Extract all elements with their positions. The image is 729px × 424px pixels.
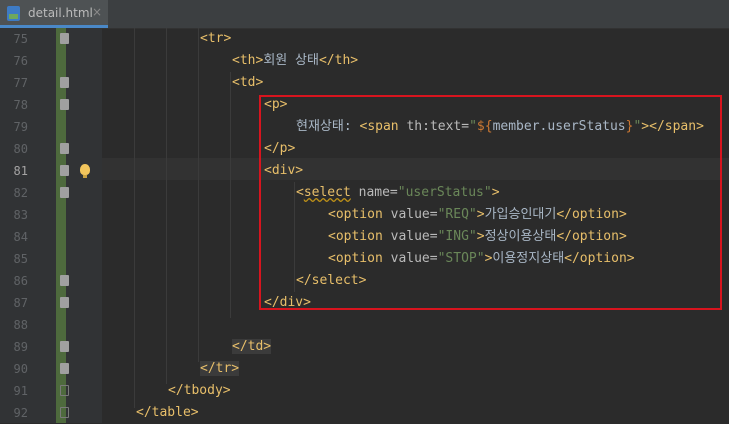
code-token: 회원 상태 [263,53,319,68]
fold-marker-icon[interactable] [60,275,69,286]
fold-marker-icon[interactable] [60,407,69,418]
highlight-box [259,95,722,310]
code-text: </tr> [200,358,240,380]
code-line[interactable]: 88 [0,314,729,336]
line-number: 81 [13,164,28,178]
line-number: 90 [13,362,28,376]
fold-marker-icon[interactable] [60,143,69,154]
fold-marker-icon[interactable] [60,363,69,374]
code-line[interactable]: 90 </tr> [0,358,729,380]
tab-bar: detail.html × [0,0,729,29]
line-number: 88 [13,318,28,332]
fold-marker-icon[interactable] [60,33,69,44]
tab-detail-html[interactable]: detail.html × [0,0,108,28]
line-number: 77 [13,76,28,90]
code-text: <td> [232,72,263,94]
code-text: <tr> [200,28,231,50]
line-number: 83 [13,208,28,222]
line-number: 91 [13,384,28,398]
code-token: </td> [232,339,272,354]
lightbulb-icon[interactable] [80,164,90,178]
line-number: 79 [13,120,28,134]
code-line[interactable]: 77 <td> [0,72,729,94]
code-text: </td> [232,336,272,358]
line-number: 92 [13,406,28,420]
code-line[interactable]: 89 </td> [0,336,729,358]
line-number: 78 [13,98,28,112]
code-text: </tbody> [168,380,231,402]
code-line[interactable]: 91 </tbody> [0,380,729,402]
line-number: 82 [13,186,28,200]
close-icon[interactable]: × [92,5,102,19]
fold-marker-icon[interactable] [60,297,69,308]
code-token: </tr> [200,361,240,376]
code-text: <th>회원 상태</th> [232,50,358,72]
line-number: 75 [13,32,28,46]
code-token: <td> [232,75,264,90]
html-file-icon [7,6,20,21]
line-number: 76 [13,54,28,68]
line-number: 85 [13,252,28,266]
line-number: 84 [13,230,28,244]
code-token: <th> [232,53,264,68]
code-token: <tr> [200,31,232,46]
fold-marker-icon[interactable] [60,99,69,110]
code-line[interactable]: 76 <th>회원 상태</th> [0,50,729,72]
fold-marker-icon[interactable] [60,77,69,88]
code-token: </table> [136,405,199,420]
code-line[interactable]: 92 </table> [0,402,729,424]
code-text: </table> [136,402,199,424]
code-token: </tbody> [168,383,231,398]
code-line[interactable]: 75 <tr> [0,28,729,50]
fold-marker-icon[interactable] [60,341,69,352]
line-number: 87 [13,296,28,310]
fold-marker-icon[interactable] [60,385,69,396]
fold-marker-icon[interactable] [60,165,69,176]
line-number: 86 [13,274,28,288]
tab-label: detail.html [28,6,93,20]
line-number: 89 [13,340,28,354]
line-number: 80 [13,142,28,156]
fold-marker-icon[interactable] [60,187,69,198]
code-token: </th> [318,53,359,68]
